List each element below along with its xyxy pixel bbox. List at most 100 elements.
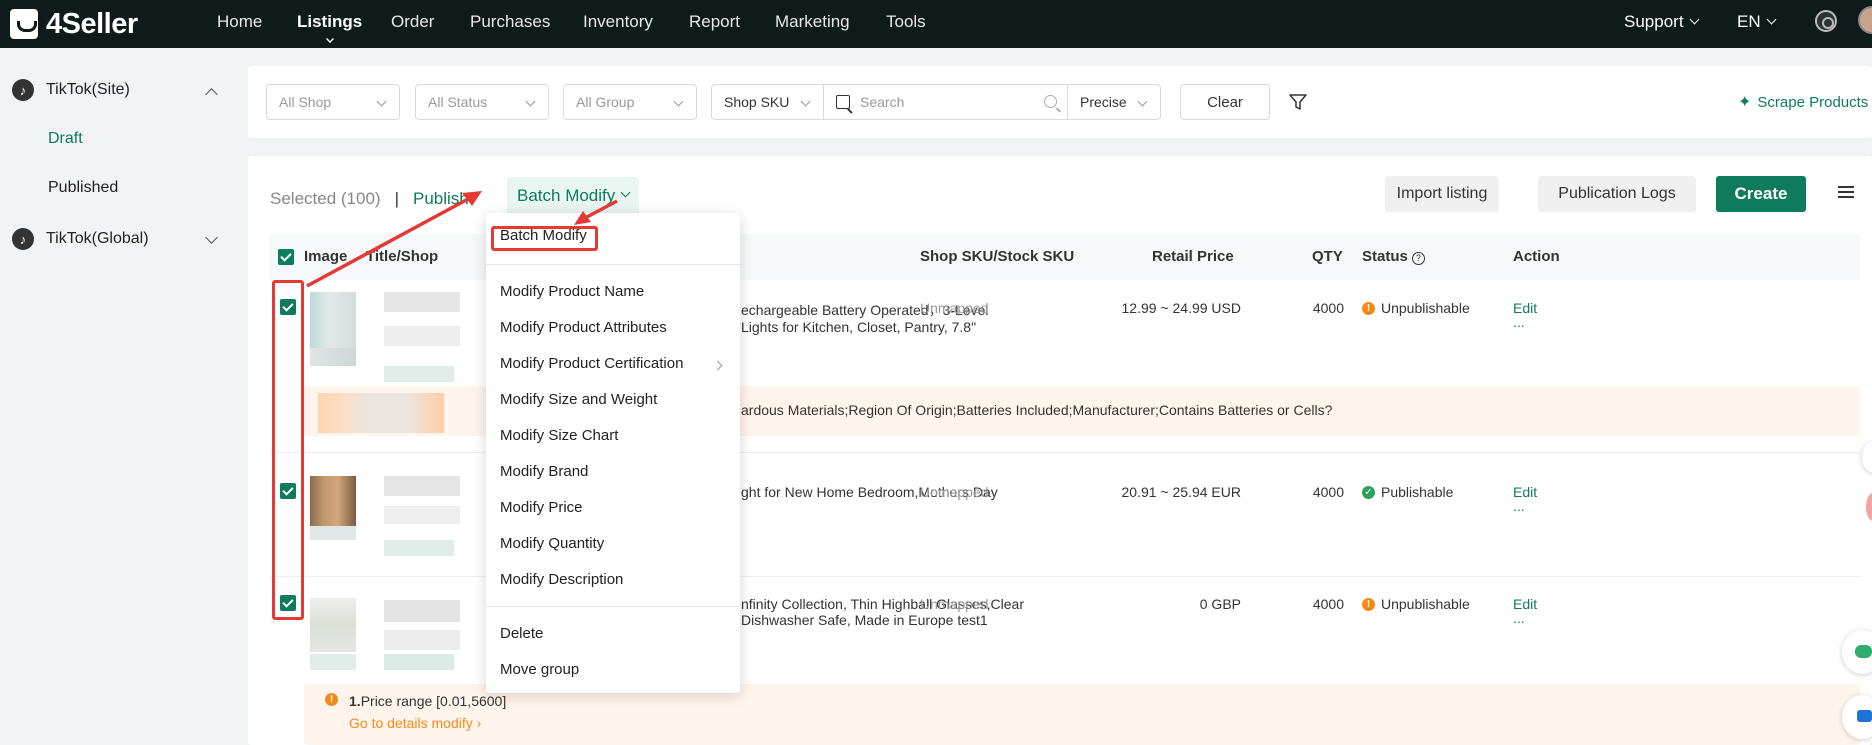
sku-field-select[interactable]: Shop SKU <box>711 84 824 120</box>
clear-button[interactable]: Clear <box>1180 84 1270 120</box>
chevron-down-icon <box>325 35 334 43</box>
sku-value: Unmapped <box>920 596 989 612</box>
nav-listings-label: Listings <box>297 12 363 31</box>
product-title-line: Dishwasher Safe, Made in Europe test1 <box>741 612 988 628</box>
sku-value: Unmapped <box>920 300 989 316</box>
chevron-down-icon <box>620 187 631 197</box>
select-all-checkbox[interactable] <box>278 249 294 265</box>
menu-item-modify-product-certification[interactable]: Modify Product Certification <box>500 355 683 372</box>
list-search-icon <box>836 95 850 109</box>
status-select[interactable]: All Status <box>415 84 549 120</box>
top-nav: 4Seller Home Listings Order Purchases In… <box>0 0 1872 48</box>
nav-tools[interactable]: Tools <box>886 12 926 32</box>
product-title-blur <box>384 506 460 524</box>
go-to-details-link[interactable]: Go to details modify › <box>349 715 481 732</box>
nav-purchases[interactable]: Purchases <box>470 12 550 32</box>
support-menu[interactable]: Support <box>1624 12 1699 32</box>
nav-listings[interactable]: Listings <box>297 12 363 43</box>
check-circle-icon: ✓ <box>1362 486 1375 499</box>
menu-item-modify-size-chart[interactable]: Modify Size Chart <box>500 427 618 444</box>
sidebar-group-tiktok-global[interactable]: ♪ TikTok(Global) <box>12 228 149 250</box>
toolbar-separator: | <box>394 189 399 208</box>
chevron-down-icon <box>1689 14 1699 25</box>
status-badge: ! Unpublishable <box>1362 596 1470 613</box>
warning-icon: ! <box>1362 302 1375 315</box>
product-title-line: Lights for Kitchen, Closet, Pantry, 7.8" <box>741 319 977 335</box>
shop-select[interactable]: All Shop <box>266 84 400 120</box>
menu-item-modify-product-name[interactable]: Modify Product Name <box>500 283 644 300</box>
header-status-label: Status <box>1362 248 1408 265</box>
product-title-blur <box>384 326 460 346</box>
avatar[interactable] <box>1858 6 1872 34</box>
qty-value: 4000 <box>1312 300 1344 316</box>
group-select-value: All Group <box>576 94 635 110</box>
chevron-down-icon[interactable] <box>205 231 218 244</box>
product-thumbnail-part <box>310 348 356 366</box>
tiktok-icon: ♪ <box>12 228 34 250</box>
annotation-checkbox-box <box>272 280 304 620</box>
logo-text: 4Seller <box>46 7 138 40</box>
sidebar: ♪ TikTok(Site) Draft Published ♪ TikTok(… <box>0 48 248 745</box>
shop-tag-blur <box>384 654 454 670</box>
warning-box <box>304 684 1860 745</box>
sidebar-group-label: TikTok(Global) <box>46 230 149 247</box>
menu-item-modify-size-weight[interactable]: Modify Size and Weight <box>500 391 657 408</box>
batch-modify-button[interactable]: Batch Modify <box>507 177 640 215</box>
match-mode-select[interactable]: Precise <box>1067 84 1161 120</box>
menu-item-modify-product-attributes[interactable]: Modify Product Attributes <box>500 319 667 336</box>
status-badge: ✓ Publishable <box>1362 484 1453 501</box>
price-value: 0 GBP <box>1199 596 1241 612</box>
menu-item-move-group[interactable]: Move group <box>500 661 579 678</box>
group-select[interactable]: All Group <box>563 84 697 120</box>
warning-number: 1. <box>349 693 361 709</box>
sidebar-item-published[interactable]: Published <box>48 179 118 197</box>
sidebar-item-draft[interactable]: Draft <box>48 130 83 148</box>
chevron-down-icon <box>673 96 684 107</box>
more-actions[interactable]: ... <box>1513 498 1525 515</box>
menu-item-modify-brand[interactable]: Modify Brand <box>500 463 588 480</box>
create-button[interactable]: Create <box>1716 176 1806 212</box>
search-input[interactable]: Search <box>823 84 1068 120</box>
more-actions[interactable]: ... <box>1513 610 1525 627</box>
chevron-down-icon <box>376 96 387 107</box>
nav-order[interactable]: Order <box>391 12 434 32</box>
nav-marketing[interactable]: Marketing <box>775 12 850 32</box>
import-listing-button[interactable]: Import listing <box>1385 176 1499 212</box>
chevron-down-icon <box>1137 96 1148 107</box>
status-label: Unpublishable <box>1381 596 1470 612</box>
search-icon[interactable] <box>1044 95 1057 108</box>
scrape-products-link[interactable]: ✦ Scrape Products <box>1738 92 1868 112</box>
menu-item-delete[interactable]: Delete <box>500 625 543 642</box>
menu-divider <box>486 606 740 607</box>
menu-item-modify-description[interactable]: Modify Description <box>500 571 623 588</box>
menu-item-modify-quantity[interactable]: Modify Quantity <box>500 535 604 552</box>
publication-logs-button[interactable]: Publication Logs <box>1538 176 1696 212</box>
batch-modify-label: Batch Modify <box>517 186 616 205</box>
status-label: Publishable <box>1381 484 1454 500</box>
menu-item-modify-price[interactable]: Modify Price <box>500 499 583 516</box>
warning-icon: ! <box>325 693 338 706</box>
nav-home[interactable]: Home <box>217 12 262 32</box>
column-settings-icon[interactable] <box>1838 186 1854 200</box>
language-menu[interactable]: EN <box>1737 12 1777 32</box>
filter-bar: All Shop All Status All Group Shop SKU S… <box>248 66 1872 138</box>
filter-icon[interactable] <box>1289 93 1307 111</box>
header-sku: Shop SKU/Stock SKU <box>920 248 1075 265</box>
shop-tag-blur <box>384 366 454 382</box>
sku-field-value: Shop SKU <box>724 94 790 110</box>
help-icon[interactable]: ? <box>1411 252 1425 265</box>
chevron-up-icon[interactable] <box>205 88 218 101</box>
nav-report[interactable]: Report <box>689 12 740 32</box>
logo[interactable]: 4Seller <box>10 6 138 42</box>
qty-value: 4000 <box>1312 596 1344 612</box>
publish-button[interactable]: Publish <box>413 189 469 209</box>
more-actions[interactable]: ... <box>1513 314 1525 331</box>
tiktok-icon: ♪ <box>12 79 34 101</box>
chevron-down-icon <box>1766 14 1777 25</box>
logo-bag-icon <box>10 9 38 39</box>
header-price: Retail Price <box>1152 248 1234 265</box>
price-value: 12.99 ~ 24.99 USD <box>1121 300 1241 316</box>
sidebar-group-tiktok-site[interactable]: ♪ TikTok(Site) <box>12 79 130 101</box>
gear-icon[interactable] <box>1815 10 1837 32</box>
nav-inventory[interactable]: Inventory <box>583 12 653 32</box>
